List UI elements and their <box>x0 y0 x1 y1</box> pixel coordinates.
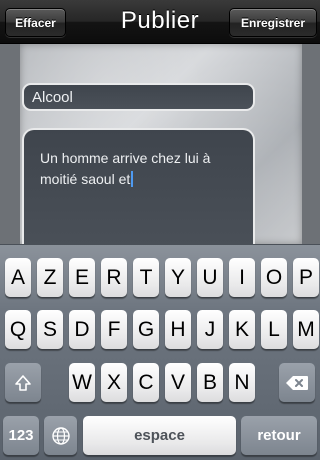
save-button[interactable]: Enregistrer <box>229 8 317 37</box>
key-e[interactable]: E <box>69 258 95 297</box>
key-a[interactable]: A <box>5 258 31 297</box>
numbers-key[interactable]: 123 <box>3 416 39 455</box>
key-j[interactable]: J <box>197 310 223 349</box>
delete-key[interactable] <box>279 363 315 402</box>
backspace-icon <box>286 375 308 390</box>
globe-icon <box>51 426 70 445</box>
shift-icon <box>15 374 31 391</box>
key-g[interactable]: G <box>133 310 159 349</box>
key-n[interactable]: N <box>229 363 255 402</box>
key-k[interactable]: K <box>229 310 255 349</box>
key-h[interactable]: H <box>165 310 191 349</box>
shift-key[interactable] <box>5 363 41 402</box>
space-key[interactable]: espace <box>83 416 236 455</box>
key-w[interactable]: W <box>69 363 95 402</box>
key-o[interactable]: O <box>261 258 287 297</box>
key-d[interactable]: D <box>69 310 95 349</box>
text-cursor <box>131 171 134 187</box>
key-y[interactable]: Y <box>165 258 191 297</box>
key-v[interactable]: V <box>165 363 191 402</box>
key-x[interactable]: X <box>101 363 127 402</box>
key-z[interactable]: Z <box>37 258 63 297</box>
key-r[interactable]: R <box>101 258 127 297</box>
navigation-bar: Effacer Publier Enregistrer <box>0 0 320 44</box>
key-l[interactable]: L <box>261 310 287 349</box>
key-c[interactable]: C <box>133 363 159 402</box>
key-p[interactable]: P <box>293 258 319 297</box>
keyboard: A Z E R T Y U I O P Q S D F G H J K L M … <box>0 244 320 460</box>
content-area: Alcool Un homme arrive chez lui à moitié… <box>0 44 320 248</box>
title-input[interactable]: Alcool <box>22 83 255 111</box>
key-f[interactable]: F <box>101 310 127 349</box>
key-t[interactable]: T <box>133 258 159 297</box>
globe-key[interactable] <box>44 416 77 455</box>
key-s[interactable]: S <box>37 310 63 349</box>
body-textarea[interactable]: Un homme arrive chez lui à moitié saoul … <box>22 128 255 248</box>
key-i[interactable]: I <box>229 258 255 297</box>
key-u[interactable]: U <box>197 258 223 297</box>
body-text: Un homme arrive chez lui à moitié saoul … <box>40 150 211 187</box>
return-key[interactable]: retour <box>241 416 317 455</box>
key-b[interactable]: B <box>197 363 223 402</box>
key-m[interactable]: M <box>293 310 319 349</box>
key-q[interactable]: Q <box>5 310 31 349</box>
